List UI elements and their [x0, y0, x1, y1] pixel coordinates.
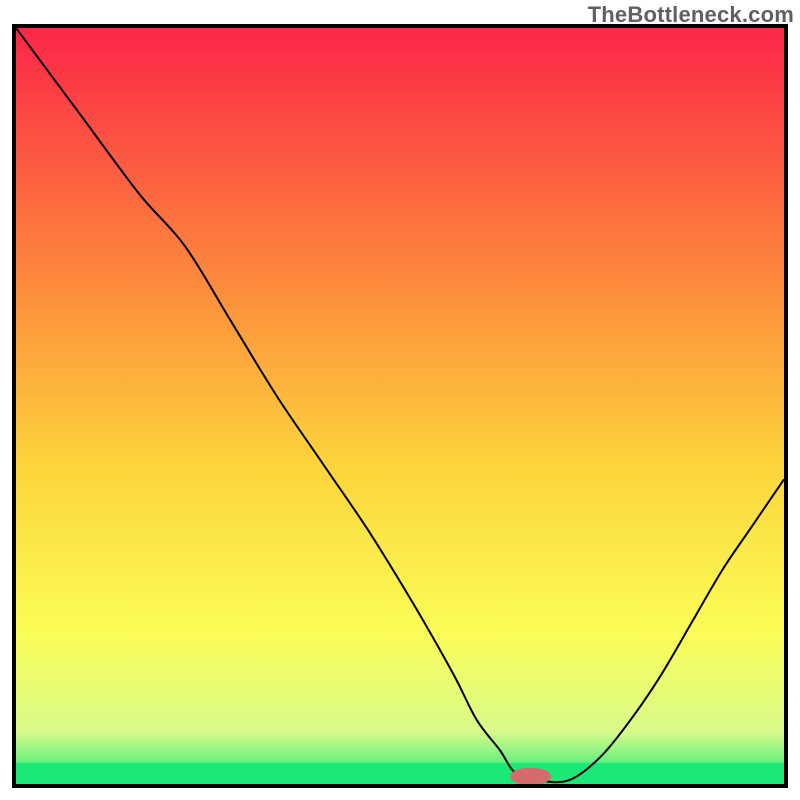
- gradient-background: [16, 28, 784, 784]
- plot-area: [12, 24, 788, 788]
- chart-container: TheBottleneck.com: [0, 0, 800, 800]
- green-baseline-band: [16, 763, 784, 784]
- watermark-text: TheBottleneck.com: [588, 2, 794, 28]
- chart-svg: [16, 28, 784, 784]
- optimal-marker: [511, 769, 549, 784]
